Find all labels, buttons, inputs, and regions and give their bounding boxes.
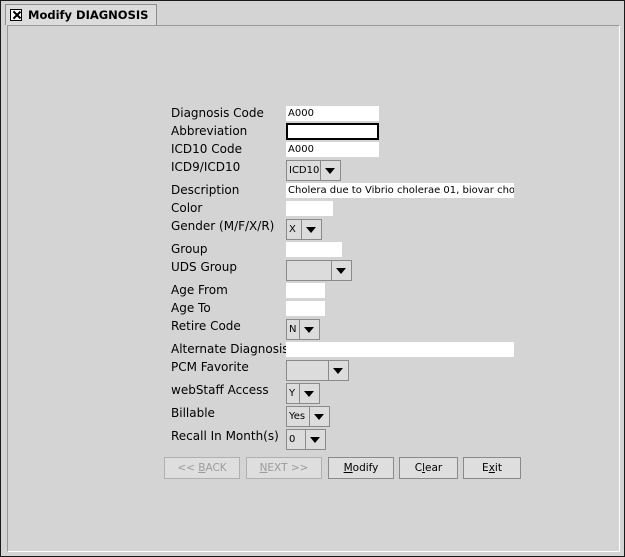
next-button-post: EXT >> <box>267 462 309 474</box>
icd9-icd10-value: ICD10 <box>289 165 320 176</box>
age-from-label: Age From <box>171 283 228 297</box>
abbreviation-field[interactable] <box>286 123 379 140</box>
tab-strip: Modify DIAGNOSIS <box>2 2 624 25</box>
diagnosis-code-label: Diagnosis Code <box>171 106 264 120</box>
retire-code-value: N <box>289 324 297 335</box>
next-button-mnemonic: N <box>259 462 268 474</box>
pcm-favorite-select[interactable] <box>286 360 349 381</box>
chevron-down-icon[interactable] <box>299 384 319 403</box>
gender-select[interactable]: X <box>286 219 322 240</box>
alternate-diagnosis-field[interactable] <box>286 342 514 357</box>
uds-group-select[interactable] <box>286 260 352 281</box>
modify-button-mnemonic: M <box>343 462 353 474</box>
webstaff-access-label: webStaff Access <box>171 383 269 397</box>
icd10-code-label: ICD10 Code <box>171 142 242 156</box>
billable-select[interactable]: Yes <box>286 406 330 427</box>
alternate-diagnosis-label: Alternate Diagnosis <box>171 342 289 356</box>
clear-button-pre: C <box>414 462 423 474</box>
clear-button-post: ear <box>425 462 443 474</box>
group-field[interactable] <box>286 242 342 257</box>
chevron-down-icon[interactable] <box>331 261 351 280</box>
back-button[interactable]: << B ACK <box>164 457 240 479</box>
webstaff-access-value: Y <box>289 388 296 399</box>
pcm-favorite-value <box>287 361 328 380</box>
application-window: Modify DIAGNOSIS Diagnosis Code Abbrevia… <box>0 0 625 557</box>
age-from-field[interactable] <box>286 283 325 298</box>
description-label: Description <box>171 183 240 197</box>
back-button-post: ACK <box>205 462 227 474</box>
uds-group-label: UDS Group <box>171 260 237 274</box>
color-label: Color <box>171 201 203 215</box>
tab-title: Modify DIAGNOSIS <box>28 8 149 22</box>
back-button-pre: << <box>177 462 199 474</box>
age-to-label: Age To <box>171 301 211 315</box>
modify-button-post: odify <box>352 462 379 474</box>
uds-group-value <box>287 261 331 280</box>
gender-label: Gender (M/F/X/R) <box>171 219 275 233</box>
age-to-field[interactable] <box>286 301 325 316</box>
exit-button-pre: E <box>482 462 489 474</box>
chevron-down-icon[interactable] <box>328 361 348 380</box>
exit-button[interactable]: Ex it <box>463 457 521 479</box>
exit-button-post: it <box>494 462 502 474</box>
icd10-code-field[interactable]: A000 <box>286 142 379 157</box>
tab-modify-diagnosis[interactable]: Modify DIAGNOSIS <box>5 4 158 25</box>
chevron-down-icon[interactable] <box>305 430 325 449</box>
webstaff-access-select[interactable]: Y <box>286 383 320 404</box>
billable-label: Billable <box>171 406 215 420</box>
group-label: Group <box>171 242 208 256</box>
icd9-icd10-select[interactable]: ICD10 <box>286 160 341 181</box>
abbreviation-label: Abbreviation <box>171 124 248 138</box>
retire-code-label: Retire Code <box>171 319 241 333</box>
retire-code-select[interactable]: N <box>286 319 320 340</box>
back-button-mnemonic: B <box>198 462 206 474</box>
recall-months-label: Recall In Month(s) <box>171 429 279 443</box>
chevron-down-icon[interactable] <box>320 161 340 180</box>
clear-button[interactable]: Cl ear <box>399 457 458 479</box>
billable-value: Yes <box>289 411 306 422</box>
next-button[interactable]: N EXT >> <box>246 457 322 479</box>
chevron-down-icon[interactable] <box>309 407 329 426</box>
diagnosis-code-field[interactable]: A000 <box>286 106 379 121</box>
recall-months-select[interactable]: 0 <box>286 429 326 450</box>
recall-months-value: 0 <box>289 434 296 445</box>
icd9-icd10-label: ICD9/ICD10 <box>171 160 241 174</box>
gender-value: X <box>289 224 296 235</box>
color-field[interactable] <box>286 201 333 216</box>
pcm-favorite-label: PCM Favorite <box>171 360 249 374</box>
modify-button[interactable]: Modify <box>328 457 394 479</box>
description-field[interactable]: Cholera due to Vibrio cholerae 01, biova… <box>286 183 514 198</box>
chevron-down-icon[interactable] <box>301 220 321 239</box>
close-icon[interactable] <box>10 9 22 21</box>
chevron-down-icon[interactable] <box>299 320 319 339</box>
